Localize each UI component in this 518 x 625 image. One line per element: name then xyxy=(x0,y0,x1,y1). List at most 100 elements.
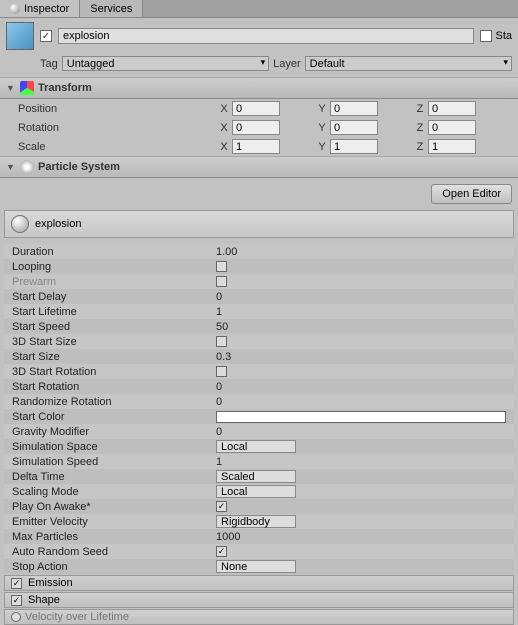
position-x-field[interactable] xyxy=(232,101,280,116)
velocity-lifetime-radio[interactable] xyxy=(11,612,21,622)
start-lifetime-field[interactable]: 1 xyxy=(216,306,506,318)
rotation-y-field[interactable] xyxy=(330,120,378,135)
scale-label: Scale xyxy=(18,141,218,153)
looping-checkbox[interactable] xyxy=(216,261,227,272)
stop-action-dropdown[interactable]: None xyxy=(216,560,296,573)
start-rot-3d-checkbox[interactable] xyxy=(216,366,227,377)
gameobject-icon[interactable] xyxy=(6,22,34,50)
component-title: Particle System xyxy=(38,161,120,173)
position-row: Position X Y Z xyxy=(0,99,518,118)
tab-bar: Inspector Services xyxy=(0,0,518,18)
start-size-3d-checkbox[interactable] xyxy=(216,336,227,347)
delta-time-label: Delta Time xyxy=(12,471,216,483)
max-particles-field[interactable]: 1000 xyxy=(216,531,506,543)
tab-label: Inspector xyxy=(24,3,69,15)
prewarm-checkbox xyxy=(216,276,227,287)
delta-time-dropdown[interactable]: Scaled xyxy=(216,470,296,483)
tag-label: Tag xyxy=(40,58,58,70)
start-rotation-label: Start Rotation xyxy=(12,381,216,393)
active-checkbox[interactable] xyxy=(40,30,52,42)
prewarm-label: Prewarm xyxy=(12,276,216,288)
module-label: Velocity over Lifetime xyxy=(25,611,129,623)
particle-system-main-module: Duration1.00 Looping Prewarm Start Delay… xyxy=(0,238,518,574)
scale-row: Scale X Y Z xyxy=(0,137,518,156)
start-lifetime-label: Start Lifetime xyxy=(12,306,216,318)
static-checkbox[interactable] xyxy=(480,30,492,42)
tab-inspector[interactable]: Inspector xyxy=(0,0,80,17)
scale-y-field[interactable] xyxy=(330,139,378,154)
sim-speed-field[interactable]: 1 xyxy=(216,456,506,468)
gravity-field[interactable]: 0 xyxy=(216,426,506,438)
foldout-icon[interactable]: ▼ xyxy=(6,83,16,93)
module-label: Emission xyxy=(28,577,73,589)
transform-icon xyxy=(20,81,34,95)
start-size-field[interactable]: 0.3 xyxy=(216,351,506,363)
scale-x-field[interactable] xyxy=(232,139,280,154)
max-particles-label: Max Particles xyxy=(12,531,216,543)
ps-name: explosion xyxy=(35,218,81,230)
component-title: Transform xyxy=(38,82,92,94)
start-size-label: Start Size xyxy=(12,351,216,363)
open-editor-button[interactable]: Open Editor xyxy=(431,184,512,204)
randomize-rotation-label: Randomize Rotation xyxy=(12,396,216,408)
position-z-field[interactable] xyxy=(428,101,476,116)
randomize-rotation-field[interactable]: 0 xyxy=(216,396,506,408)
particle-icon xyxy=(20,160,34,174)
emission-module[interactable]: Emission xyxy=(4,575,514,591)
auto-random-seed-checkbox[interactable] xyxy=(216,546,227,557)
start-color-label: Start Color xyxy=(12,411,216,423)
start-speed-field[interactable]: 50 xyxy=(216,321,506,333)
position-label: Position xyxy=(18,103,218,115)
looping-label: Looping xyxy=(12,261,216,273)
gameobject-name-field[interactable] xyxy=(58,28,474,44)
rotation-z-field[interactable] xyxy=(428,120,476,135)
rotation-row: Rotation X Y Z xyxy=(0,118,518,137)
particle-system-header[interactable]: ▼ Particle System xyxy=(0,156,518,178)
inspector-icon xyxy=(10,4,20,14)
module-label: Shape xyxy=(28,594,60,606)
start-size-3d-label: 3D Start Size xyxy=(12,336,216,348)
foldout-icon[interactable]: ▼ xyxy=(6,162,16,172)
tab-label: Services xyxy=(90,3,132,15)
scaling-mode-label: Scaling Mode xyxy=(12,486,216,498)
tag-layer-row: Tag Untagged Layer Default xyxy=(0,54,518,77)
position-y-field[interactable] xyxy=(330,101,378,116)
shape-module[interactable]: Shape xyxy=(4,592,514,608)
x-label: X xyxy=(218,103,230,115)
static-label: Sta xyxy=(495,30,512,42)
sim-space-label: Simulation Space xyxy=(12,441,216,453)
shape-checkbox[interactable] xyxy=(11,595,22,606)
start-color-field[interactable] xyxy=(216,411,506,423)
transform-header[interactable]: ▼ Transform xyxy=(0,77,518,99)
layer-label: Layer xyxy=(273,58,301,70)
duration-field[interactable]: 1.00 xyxy=(216,246,506,258)
scaling-mode-dropdown[interactable]: Local xyxy=(216,485,296,498)
particle-system-component: ▼ Particle System Open Editor explosion … xyxy=(0,156,518,625)
start-delay-label: Start Delay xyxy=(12,291,216,303)
emitter-velocity-label: Emitter Velocity xyxy=(12,516,216,528)
velocity-over-lifetime-module[interactable]: Velocity over Lifetime xyxy=(4,609,514,625)
play-on-awake-checkbox[interactable] xyxy=(216,501,227,512)
layer-dropdown[interactable]: Default xyxy=(305,56,512,71)
emitter-velocity-dropdown[interactable]: Rigidbody xyxy=(216,515,296,528)
emission-checkbox[interactable] xyxy=(11,578,22,589)
rotation-x-field[interactable] xyxy=(232,120,280,135)
sim-speed-label: Simulation Speed xyxy=(12,456,216,468)
z-label: Z xyxy=(414,103,426,115)
tag-dropdown[interactable]: Untagged xyxy=(62,56,269,71)
start-delay-field[interactable]: 0 xyxy=(216,291,506,303)
sim-space-dropdown[interactable]: Local xyxy=(216,440,296,453)
static-toggle[interactable]: Sta xyxy=(480,30,512,42)
tab-services[interactable]: Services xyxy=(80,0,143,17)
gameobject-header: Sta xyxy=(0,18,518,54)
start-speed-label: Start Speed xyxy=(12,321,216,333)
auto-random-seed-label: Auto Random Seed xyxy=(12,546,216,558)
start-rotation-field[interactable]: 0 xyxy=(216,381,506,393)
scale-z-field[interactable] xyxy=(428,139,476,154)
transform-component: ▼ Transform Position X Y Z Rotation X Y … xyxy=(0,77,518,156)
duration-label: Duration xyxy=(12,246,216,258)
stop-action-label: Stop Action xyxy=(12,561,216,573)
particle-system-name-bar[interactable]: explosion xyxy=(4,210,514,238)
sphere-icon xyxy=(11,215,29,233)
rotation-label: Rotation xyxy=(18,122,218,134)
